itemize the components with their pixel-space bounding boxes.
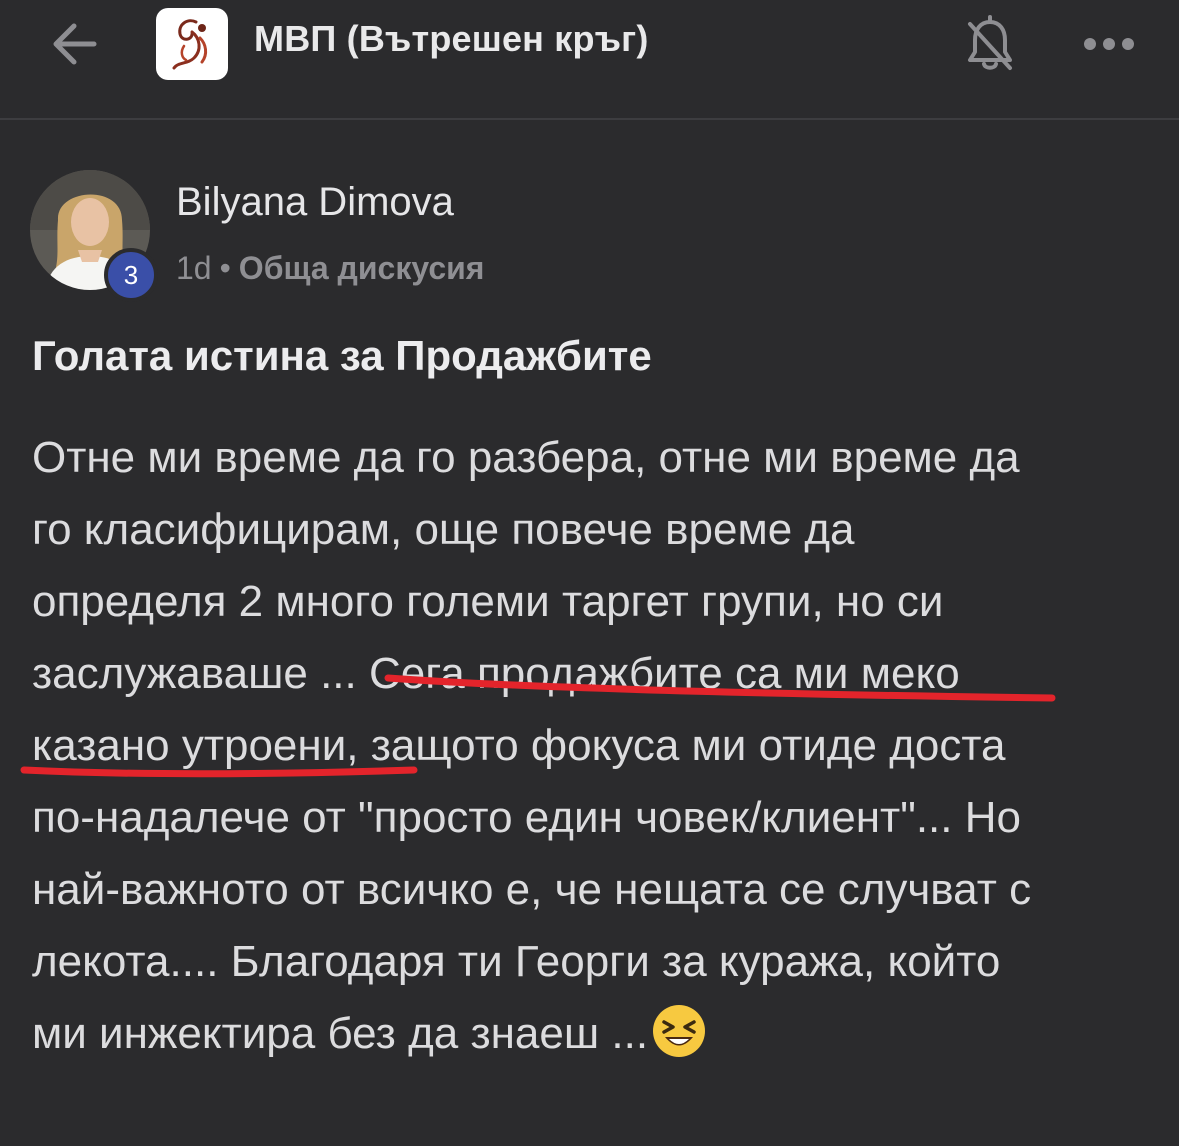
more-horizontal-icon — [1084, 38, 1134, 50]
author-name[interactable]: Bilyana Dimova — [176, 180, 454, 225]
post-body: Отне ми време да го разбера, отне ми вре… — [32, 422, 1152, 1070]
top-bar: МВП (Вътрешен кръг) — [0, 0, 1179, 120]
post-body-line: лекота.... Благодаря ти Георги за куража… — [32, 937, 1001, 986]
meta-separator: • — [219, 250, 231, 286]
group-title: МВП (Вътрешен кръг) — [254, 18, 649, 59]
post-time: 1d — [176, 250, 212, 286]
post-body-line: определя 2 много големи таргет групи, но… — [32, 577, 944, 626]
level-badge: 3 — [104, 248, 158, 302]
post-body-line: по-надалече от "просто един човек/клиент… — [32, 793, 1021, 842]
post-body-last-line: ми инжектира без да знаеш ... — [32, 998, 1152, 1070]
back-button[interactable] — [46, 18, 102, 70]
group-logo-icon — [172, 19, 208, 70]
more-options-button[interactable] — [1082, 30, 1136, 58]
post-meta: 1d • Обща дискусия — [176, 250, 484, 287]
mute-notifications-button[interactable] — [962, 14, 1018, 74]
post-title: Голата истина за Продажбите — [32, 332, 652, 379]
post-body-line: заслужаваше ... Сега продажбите са ми ме… — [32, 649, 960, 698]
post-body-line: казано утроени, защото фокуса ми отиде д… — [32, 721, 1006, 770]
laughing-emoji-icon — [653, 1005, 706, 1057]
arrow-left-icon — [53, 23, 97, 65]
group-logo[interactable] — [156, 8, 228, 80]
bell-off-icon — [968, 15, 1012, 70]
post-body-line: го класифицирам, още повече време да — [32, 505, 855, 554]
post-category[interactable]: Обща дискусия — [239, 250, 485, 286]
post-body-line: Отне ми време да го разбера, отне ми вре… — [32, 433, 1020, 482]
post-body-line: най-важното от всичко е, че нещата се сл… — [32, 865, 1032, 914]
post-body-line: ми инжектира без да знаеш ... — [32, 1009, 649, 1058]
